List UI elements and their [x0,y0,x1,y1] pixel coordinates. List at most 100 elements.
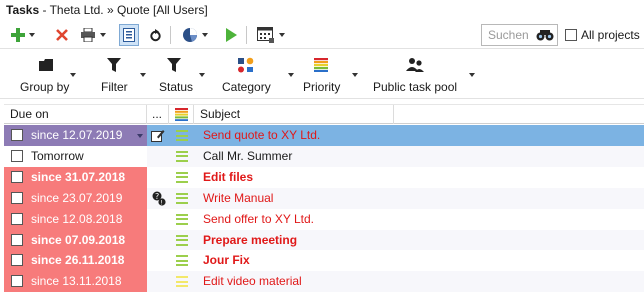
chevron-down-icon[interactable] [199,73,205,77]
task-checkbox[interactable] [11,275,23,288]
task-checkbox[interactable] [11,170,23,183]
print-button[interactable] [78,24,108,46]
priority-cell[interactable] [169,125,194,146]
extra-cell[interactable]: ?! [147,187,169,209]
due-cell[interactable]: since 13.11.2018 [4,271,147,293]
priority-cell[interactable] [169,250,194,272]
due-cell[interactable]: Tomorrow [4,145,147,167]
table-row[interactable]: since 07.09.2018 Prepare meeting [4,229,644,251]
play-icon [226,28,237,42]
subject-cell[interactable]: Prepare meeting [194,229,644,251]
calendar-button[interactable] [252,24,290,46]
chevron-down-icon[interactable] [70,73,76,77]
subject-text: Prepare meeting [203,232,298,247]
priority-button[interactable]: Priority [300,56,360,96]
column-header-extra[interactable]: ... [147,105,169,124]
svg-text:?: ? [155,192,159,201]
column-header-priority[interactable] [169,105,194,124]
svg-text:!: ! [160,198,163,205]
chevron-down-icon[interactable] [288,73,294,77]
table-row[interactable]: since 12.07.2019 Send quote to XY Ltd. [4,125,644,146]
table-row[interactable]: since 31.07.2018 Edit files [4,166,644,188]
calendar-grid-icon [257,27,274,43]
table-row[interactable]: Tomorrow Call Mr. Summer [4,145,644,167]
task-checkbox[interactable] [11,254,23,267]
printer-icon [81,28,95,42]
due-cell[interactable]: since 12.08.2018 [4,208,147,230]
task-checkbox[interactable] [11,149,23,162]
subject-cell[interactable]: Send quote to XY Ltd. [194,125,644,146]
subject-cell[interactable]: Write Manual [194,187,644,209]
priority-cell[interactable] [169,271,194,293]
filter-label: Filter [101,80,128,94]
users-icon [406,56,424,74]
due-text: since 12.08.2018 [31,211,123,226]
task-checkbox[interactable] [11,129,23,141]
add-button[interactable] [10,24,36,46]
priority-cell[interactable] [169,208,194,230]
task-checkbox[interactable] [11,233,23,246]
chevron-down-icon[interactable] [352,73,358,77]
priority-icon [313,56,329,74]
status-button[interactable]: Status [156,56,212,96]
table-row[interactable]: since 13.11.2018 Edit video material [4,271,644,293]
due-text: since 26.11.2018 [31,253,125,268]
subject-cell[interactable]: Send offer to XY Ltd. [194,208,644,230]
extra-cell[interactable] [147,229,169,251]
chevron-down-icon[interactable] [140,73,146,77]
filter-button[interactable]: Filter [98,56,148,96]
row-expand-icon[interactable] [137,134,143,138]
due-cell[interactable]: since 12.07.2019 [4,125,147,146]
funnel-icon [106,56,122,74]
chevron-down-icon[interactable] [469,73,475,77]
task-checkbox[interactable] [11,191,23,204]
table-row[interactable]: since 23.07.2019?! Write Manual [4,187,644,209]
window-title-path: - Theta Ltd. » Quote [All Users] [39,3,208,17]
all-projects-toggle[interactable]: All projects [565,27,640,43]
due-cell[interactable]: since 07.09.2018 [4,229,147,251]
all-projects-checkbox[interactable] [565,29,577,41]
task-checkbox[interactable] [11,212,23,225]
priority-lines-icon [176,234,188,246]
priority-lines-icon [176,276,188,288]
extra-cell[interactable] [147,125,169,146]
subject-cell[interactable]: Jour Fix [194,250,644,272]
priority-cell[interactable] [169,145,194,167]
extra-cell[interactable] [147,271,169,293]
column-header-subject[interactable]: Subject [194,105,394,124]
subject-cell[interactable]: Call Mr. Summer [194,145,644,167]
due-cell[interactable]: since 23.07.2019 [4,187,147,209]
category-button[interactable]: Category [218,56,296,96]
priority-cell[interactable] [169,187,194,209]
due-text: Tomorrow [31,148,84,163]
extra-cell[interactable] [147,250,169,272]
search-input[interactable]: Suchen [481,24,558,46]
ribbon-toolbar: Group by Filter Status Category Priority… [0,51,644,99]
due-cell[interactable]: since 26.11.2018 [4,250,147,272]
chevron-down-icon[interactable] [100,33,106,37]
table-row[interactable]: since 26.11.2018 Jour Fix [4,250,644,272]
priority-cell[interactable] [169,229,194,251]
subject-cell[interactable]: Edit files [194,166,644,188]
table-row[interactable]: since 12.08.2018 Send offer to XY Ltd. [4,208,644,230]
extra-cell[interactable] [147,145,169,167]
extra-cell[interactable] [147,166,169,188]
edit-note-icon [151,130,165,142]
extra-cell[interactable] [147,208,169,230]
delete-button[interactable] [53,24,71,46]
chart-button[interactable] [177,24,213,46]
due-cell[interactable]: since 31.07.2018 [4,166,147,188]
priority-cell[interactable] [169,166,194,188]
funnel-icon [166,56,182,74]
group-by-button[interactable]: Group by [14,56,90,96]
preview-toggle-button[interactable] [119,24,139,46]
public-task-pool-button[interactable]: Public task pool [369,56,481,96]
chevron-down-icon[interactable] [29,33,35,37]
subject-cell[interactable]: Edit video material [194,271,644,293]
refresh-button[interactable] [146,24,164,46]
start-button[interactable] [222,24,240,46]
chevron-down-icon[interactable] [279,33,285,37]
binoculars-icon[interactable] [536,28,554,42]
column-header-due[interactable]: Due on [4,105,147,124]
chevron-down-icon[interactable] [202,33,208,37]
